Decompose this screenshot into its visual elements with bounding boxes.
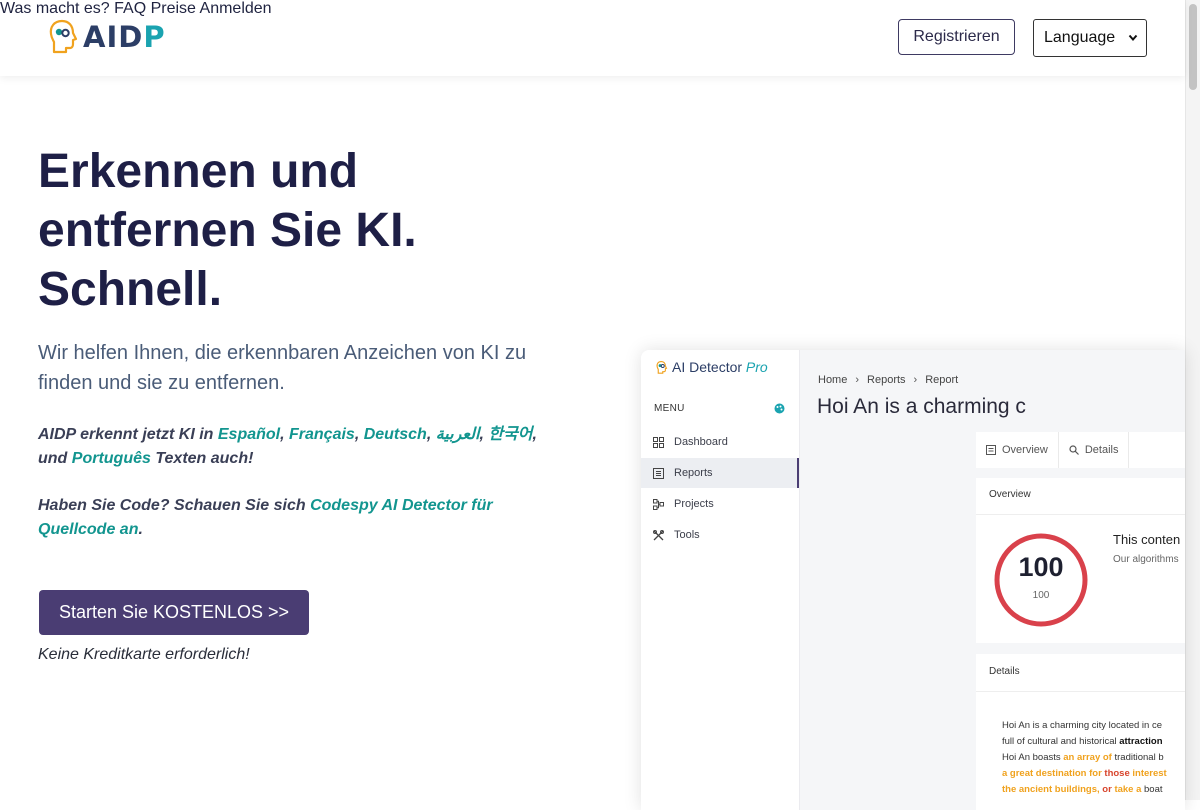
hero-title-line: Schnell. xyxy=(38,263,223,316)
list-icon xyxy=(986,445,996,455)
sidebar-item-label: Tools xyxy=(674,529,700,541)
register-button[interactable]: Registrieren xyxy=(898,19,1015,55)
app-preview-screenshot: AI Detector Pro MENU Dashboard Reports P… xyxy=(641,350,1185,810)
breadcrumb-reports[interactable]: Reports xyxy=(867,374,906,386)
supported-languages-text: AIDP erkennt jetzt KI in Español, França… xyxy=(38,426,537,467)
no-credit-card-note: Keine Kreditkarte erforderlich! xyxy=(38,646,250,663)
text-segment: full of cultural and historical xyxy=(1002,736,1120,747)
highlighted-phrase: a great destination for xyxy=(1002,768,1102,779)
language-select[interactable]: Language xyxy=(1033,19,1147,57)
highlighted-phrase: those xyxy=(1104,768,1130,779)
preview-sidebar: AI Detector Pro MENU Dashboard Reports P… xyxy=(641,350,800,810)
highlighted-phrase: an array of xyxy=(1063,752,1112,763)
head-logo-icon xyxy=(656,360,668,374)
highlighted-phrase: interest xyxy=(1132,768,1167,779)
highlighted-phrase: take a xyxy=(1114,784,1142,795)
sidebar-item-label: Reports xyxy=(674,467,713,479)
lang-link-fr[interactable]: Français xyxy=(289,426,355,443)
details-card-header: Details xyxy=(989,666,1020,677)
preview-sidebar-item-dashboard[interactable]: Dashboard xyxy=(641,427,799,457)
search-icon xyxy=(1069,445,1079,455)
details-text: Hoi An is a charming city located in ce f… xyxy=(1002,718,1185,798)
tools-icon xyxy=(653,529,664,540)
details-line: full of cultural and historical attracti… xyxy=(1002,734,1185,750)
scrollbar-thumb[interactable] xyxy=(1189,4,1197,90)
hero-title: Erkennen und entfernen Sie KI. Schnell. xyxy=(38,142,598,319)
highlighted-phrase: the ancient buildings, xyxy=(1002,784,1100,795)
lang-link-pt[interactable]: Português xyxy=(72,450,151,467)
chevron-right-icon: › xyxy=(855,374,860,386)
hero-title-line: Erkennen und xyxy=(38,145,359,198)
details-line: Hoi An boasts an array of traditional b xyxy=(1002,750,1185,766)
nav-login[interactable]: Anmelden xyxy=(200,0,272,17)
score-subvalue: 100 xyxy=(1032,590,1050,601)
hero-subtitle: Wir helfen Ihnen, die erkennbaren Anzeic… xyxy=(38,342,527,394)
overview-card-header: Overview xyxy=(989,489,1031,500)
result-title: This conten xyxy=(1113,532,1181,547)
lang-link-es[interactable]: Español xyxy=(218,426,280,443)
breadcrumb-home[interactable]: Home xyxy=(818,374,847,386)
preview-logo: AI Detector Pro xyxy=(656,359,768,375)
preview-tabs: Overview Details xyxy=(976,432,1185,468)
page-scrollbar[interactable] xyxy=(1185,0,1200,800)
codespy-text: Haben Sie Code? Schauen Sie sich Codespy… xyxy=(38,497,493,538)
start-free-button[interactable]: Starten Sie KOSTENLOS >> xyxy=(39,590,309,635)
nav-pricing[interactable]: Preise xyxy=(151,0,196,17)
nav-what-it-does[interactable]: Was macht es? xyxy=(0,0,110,17)
text-segment: Hoi An is a charming city located in ce xyxy=(1002,720,1162,731)
lang-link-de[interactable]: Deutsch xyxy=(364,426,427,443)
head-logo-icon xyxy=(49,19,78,54)
logo[interactable]: AIDP xyxy=(48,18,166,56)
preview-menu-label: MENU xyxy=(654,403,685,414)
preview-report-title: Hoi An is a charming c xyxy=(817,395,1026,418)
report-icon xyxy=(653,467,664,479)
text-segment: Hoi An boasts xyxy=(1002,752,1064,763)
logo-text: AIDP xyxy=(83,20,166,54)
hero-title-line: entfernen Sie KI. xyxy=(38,204,417,257)
chevron-down-icon xyxy=(1128,34,1138,42)
preview-breadcrumb: Home › Reports › Report xyxy=(818,374,958,386)
preview-sidebar-item-tools[interactable]: Tools xyxy=(641,520,799,550)
chevron-right-icon: › xyxy=(913,374,918,386)
preview-sidebar-item-reports[interactable]: Reports xyxy=(641,458,799,488)
sidebar-item-label: Dashboard xyxy=(674,436,728,448)
nav-faq[interactable]: FAQ xyxy=(114,0,146,17)
grid-icon xyxy=(653,436,664,448)
highlighted-phrase: attraction xyxy=(1119,736,1163,747)
tab-details[interactable]: Details xyxy=(1059,432,1130,468)
details-line: Hoi An is a charming city located in ce xyxy=(1002,718,1185,734)
breadcrumb-report: Report xyxy=(925,374,959,386)
site-header: AIDP Was macht es? FAQ Preise Anmelden R… xyxy=(0,0,1185,76)
lang-link-ko[interactable]: 한국어 xyxy=(488,426,532,443)
tab-overview[interactable]: Overview xyxy=(976,432,1059,468)
lang-link-ar[interactable]: العربية xyxy=(436,426,480,443)
score-value: 100 xyxy=(1018,552,1064,582)
palette-icon xyxy=(774,403,785,414)
details-card: Details Hoi An is a charming city locate… xyxy=(976,654,1185,810)
details-line: the ancient buildings, or take a boat xyxy=(1002,782,1185,798)
preview-sidebar-item-projects[interactable]: Projects xyxy=(641,489,799,519)
overview-card: Overview 100 100 This conten Our algorit… xyxy=(976,478,1185,643)
projects-icon xyxy=(653,498,664,510)
details-line: a great destination for those interest xyxy=(1002,766,1185,782)
text-segment: boat xyxy=(1141,784,1163,795)
result-description: Our algorithms xyxy=(1113,554,1179,565)
text-segment: traditional b xyxy=(1111,752,1164,763)
highlighted-phrase: or xyxy=(1102,784,1112,795)
sidebar-item-label: Projects xyxy=(674,498,714,510)
language-select-value: Language xyxy=(1044,29,1116,46)
